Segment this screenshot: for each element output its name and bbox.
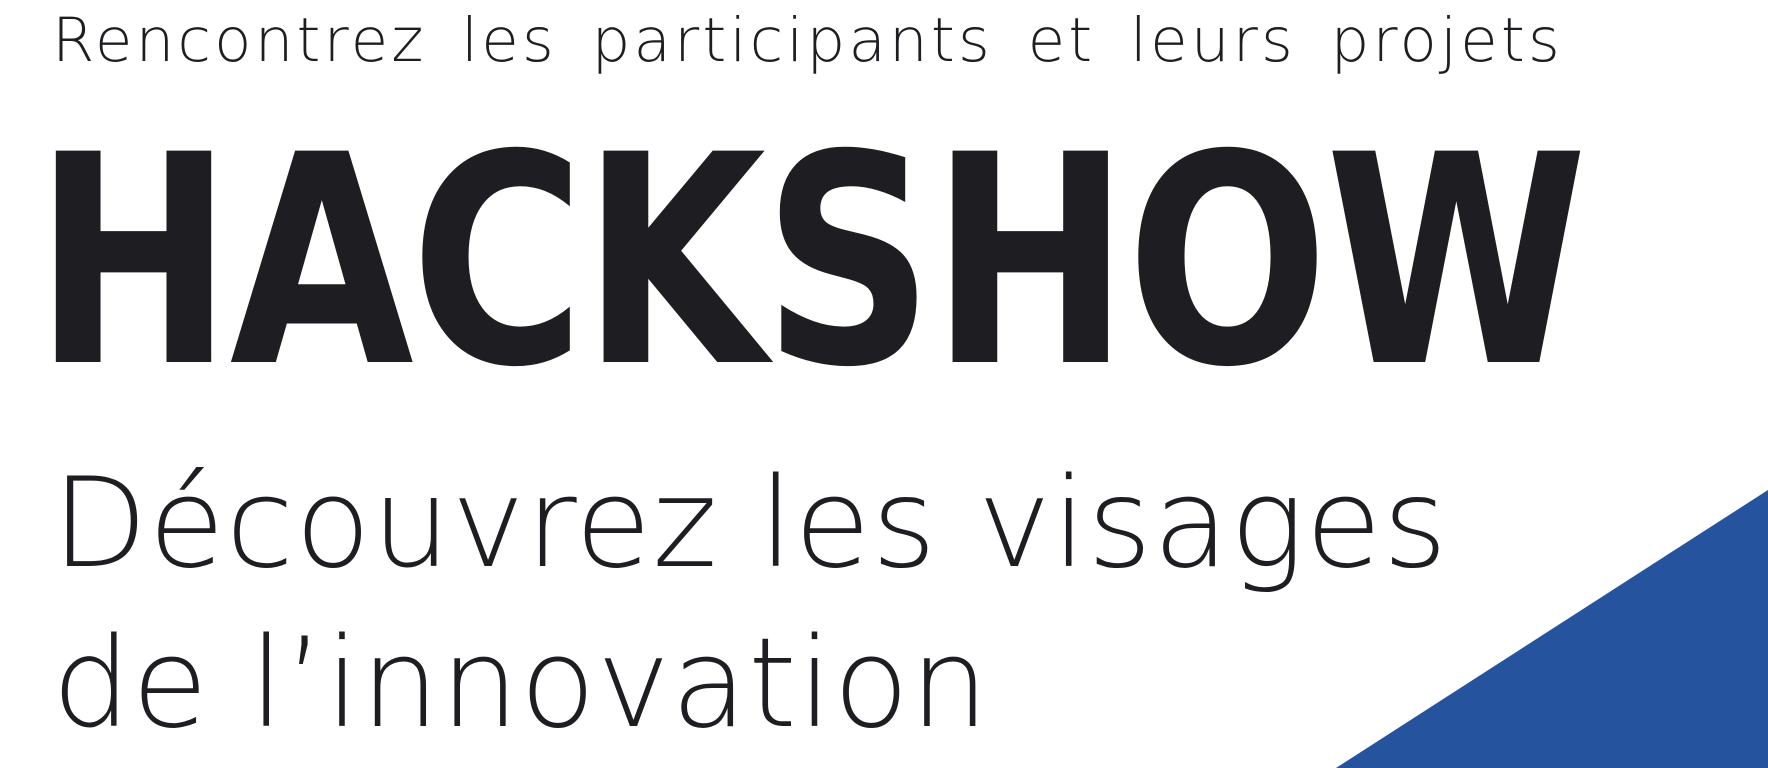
event-title: HACKSHOW [34, 94, 1588, 431]
tagline-line-2: de l’innovation [52, 612, 990, 756]
tagline-line-1: Découvrez les visages [52, 452, 1449, 596]
subtitle-text: Rencontrez les participants et leurs pro… [52, 5, 1563, 76]
poster-canvas: Rencontrez les participants et leurs pro… [0, 0, 1768, 768]
